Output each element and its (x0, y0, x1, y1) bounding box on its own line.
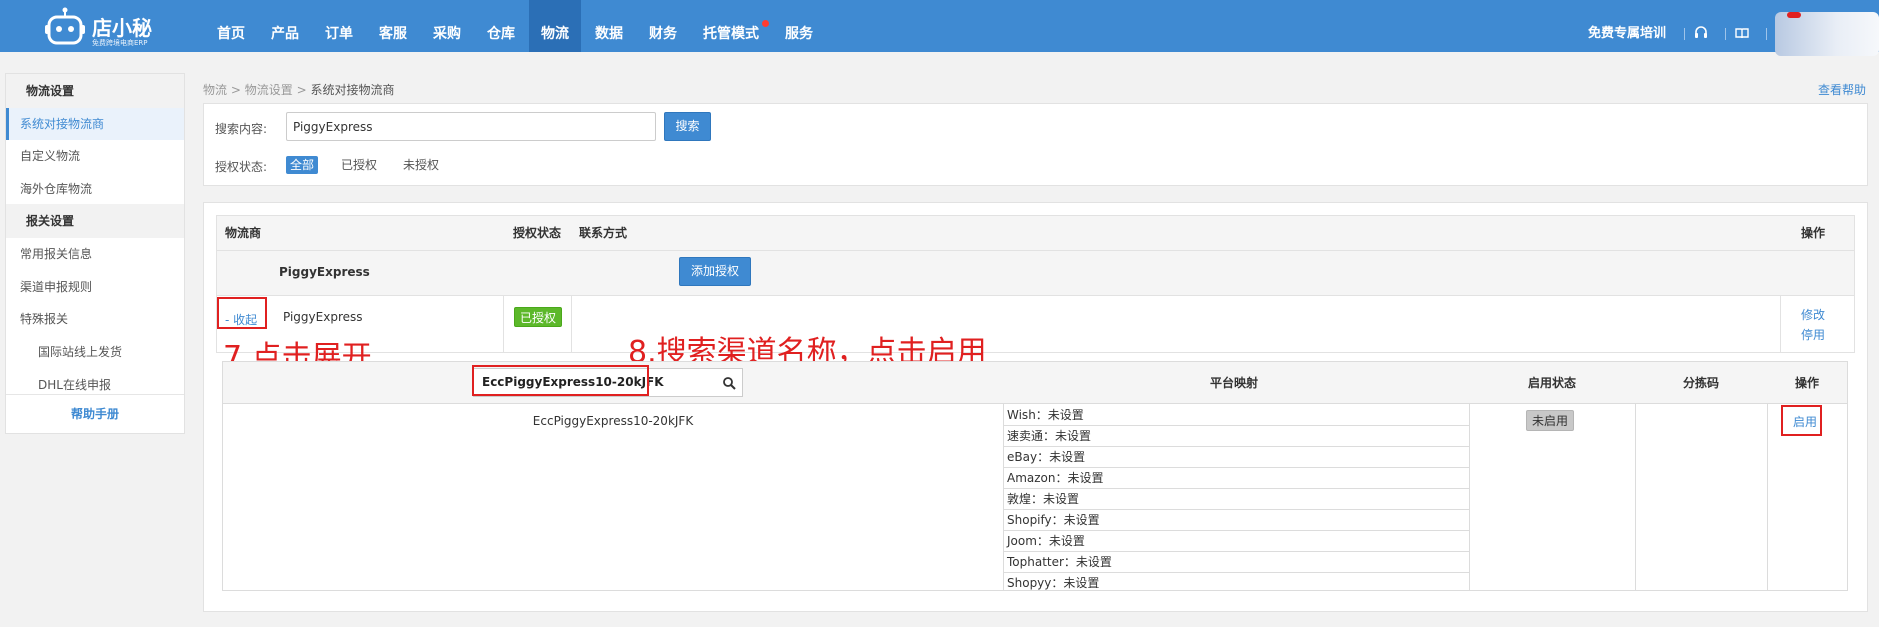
user-avatar-blurred[interactable] (1775, 12, 1879, 56)
carrier-account-name: PiggyExpress (283, 310, 363, 324)
search-button[interactable]: 搜索 (664, 112, 711, 141)
column-divider (1780, 296, 1781, 352)
auth-status-label: 授权状态: (215, 160, 268, 174)
brand-name: 店小秘 (92, 16, 152, 40)
col-auth-status: 授权状态 (513, 226, 562, 240)
brand-subtitle: 免费跨境电商ERP (92, 39, 148, 47)
nav-home[interactable]: 首页 (205, 0, 257, 52)
mapping-row-dhgate: 敦煌：未设置 (1004, 489, 1469, 510)
sidebar-item-special-customs[interactable]: 特殊报关 (6, 303, 184, 335)
col-contact: 联系方式 (579, 226, 628, 240)
sidebar-group-customs-settings: 报关设置 (6, 204, 184, 238)
mapping-row-amazon: Amazon：未设置 (1004, 468, 1469, 489)
filter-authorized[interactable]: 已授权 (337, 156, 381, 174)
column-divider (1767, 404, 1768, 590)
search-input[interactable] (286, 112, 656, 141)
channel-table: EccPiggyExpress10-20kJFK 平台映射 启用状态 分拣码 操… (222, 361, 1848, 591)
mapping-row-shopify: Shopify：未设置 (1004, 510, 1469, 531)
sidebar-item-intl-station[interactable]: 国际站线上发货 (6, 336, 184, 368)
carrier-group-row: PiggyExpress 添加授权 (216, 251, 1855, 296)
column-divider (1635, 404, 1636, 590)
breadcrumb-logistics-settings[interactable]: 物流设置 (245, 83, 293, 97)
sidebar-item-custom-logistics[interactable]: 自定义物流 (6, 140, 184, 172)
col-sort-code: 分拣码 (1682, 376, 1719, 390)
highlight-box-enable (1781, 405, 1822, 436)
authorized-badge: 已授权 (514, 307, 563, 327)
nav-service[interactable]: 客服 (367, 0, 419, 52)
breadcrumb-separator: > (230, 83, 241, 97)
column-divider (571, 296, 572, 352)
divider (1766, 28, 1767, 40)
alert-dot-icon (1787, 12, 1801, 18)
highlight-box-channel-search (472, 365, 649, 396)
add-authorization-button[interactable]: 添加授权 (679, 257, 751, 286)
nav-logistics[interactable]: 物流 (529, 0, 581, 52)
mapping-row-wish: Wish：未设置 (1004, 405, 1469, 426)
breadcrumb: 物流 > 物流设置 > 系统对接物流商 (203, 81, 394, 98)
carrier-account-row: - 收起 PiggyExpress 已授权 修改 停用 (216, 296, 1855, 353)
sidebar-item-customs-info[interactable]: 常用报关信息 (6, 238, 184, 270)
column-divider (503, 296, 504, 352)
highlight-box-collapse (217, 297, 267, 329)
nav-data[interactable]: 数据 (583, 0, 635, 52)
sidebar: 物流设置 系统对接物流商 自定义物流 海外仓库物流 报关设置 常用报关信息 渠道… (5, 73, 185, 434)
breadcrumb-separator: > (296, 83, 307, 97)
nav-services[interactable]: 服务 (773, 0, 825, 52)
view-help-link[interactable]: 查看帮助 (1818, 81, 1866, 98)
sidebar-item-overseas-warehouse[interactable]: 海外仓库物流 (6, 173, 184, 205)
filter-unauthorized[interactable]: 未授权 (399, 156, 443, 174)
mapping-row-shopyy: Shopyy：未设置 (1007, 576, 1100, 590)
robot-logo-icon (45, 7, 85, 45)
top-navbar: 店小秘 免费跨境电商ERP 首页 产品 订单 客服 采购 仓库 物流 数据 财务… (0, 0, 1879, 56)
carrier-table-header: 物流商 授权状态 联系方式 操作 (216, 215, 1855, 251)
mapping-row-tophatter: Tophatter：未设置 (1004, 552, 1469, 573)
divider (1684, 28, 1685, 40)
mapping-row-aliexpress: 速卖通：未设置 (1004, 426, 1469, 447)
col-carrier: 物流商 (225, 226, 262, 240)
mapping-row-joom: Joom：未设置 (1004, 531, 1469, 552)
col-enable-status: 启用状态 (1527, 376, 1576, 390)
nav-products[interactable]: 产品 (259, 0, 311, 52)
edit-link[interactable]: 修改 (1801, 306, 1825, 323)
notification-dot-icon (762, 20, 769, 27)
col-channel-action: 操作 (1794, 376, 1819, 390)
carrier-group-name: PiggyExpress (279, 265, 370, 279)
col-platform-mapping: 平台映射 (1209, 376, 1258, 390)
filter-all[interactable]: 全部 (286, 156, 319, 174)
headset-icon[interactable] (1694, 26, 1708, 40)
nav-orders[interactable]: 订单 (313, 0, 365, 52)
channel-table-header: EccPiggyExpress10-20kJFK 平台映射 启用状态 分拣码 操… (223, 362, 1847, 404)
sidebar-item-channel-rules[interactable]: 渠道申报规则 (6, 271, 184, 303)
nav-managed-mode-label: 托管模式 (703, 26, 759, 42)
search-icon[interactable] (722, 376, 736, 390)
breadcrumb-logistics[interactable]: 物流 (203, 83, 227, 97)
nav-finance[interactable]: 财务 (637, 0, 689, 52)
disable-link[interactable]: 停用 (1801, 326, 1825, 343)
book-icon[interactable] (1735, 26, 1749, 40)
divider (1725, 28, 1726, 40)
breadcrumb-current: 系统对接物流商 (310, 83, 395, 97)
nav-managed-mode[interactable]: 托管模式 (691, 0, 773, 52)
col-action: 操作 (1801, 226, 1826, 240)
mapping-row-ebay: eBay：未设置 (1004, 447, 1469, 468)
search-label: 搜索内容: (215, 122, 268, 136)
nav-warehouse[interactable]: 仓库 (475, 0, 527, 52)
sidebar-group-logistics-settings: 物流设置 (6, 74, 184, 108)
help-manual-link[interactable]: 帮助手册 (6, 394, 184, 432)
nav-purchase[interactable]: 采购 (421, 0, 473, 52)
not-enabled-badge: 未启用 (1526, 410, 1575, 431)
channel-name: EccPiggyExpress10-20kJFK (532, 414, 694, 428)
free-training-link[interactable]: 免费专属培训 (1588, 0, 1666, 52)
column-divider (1469, 404, 1470, 590)
logo[interactable]: 店小秘 免费跨境电商ERP (44, 4, 164, 48)
sidebar-item-system-carriers[interactable]: 系统对接物流商 (6, 108, 184, 140)
search-panel: 搜索内容: 搜索 授权状态: 全部 已授权 未授权 (203, 103, 1868, 186)
